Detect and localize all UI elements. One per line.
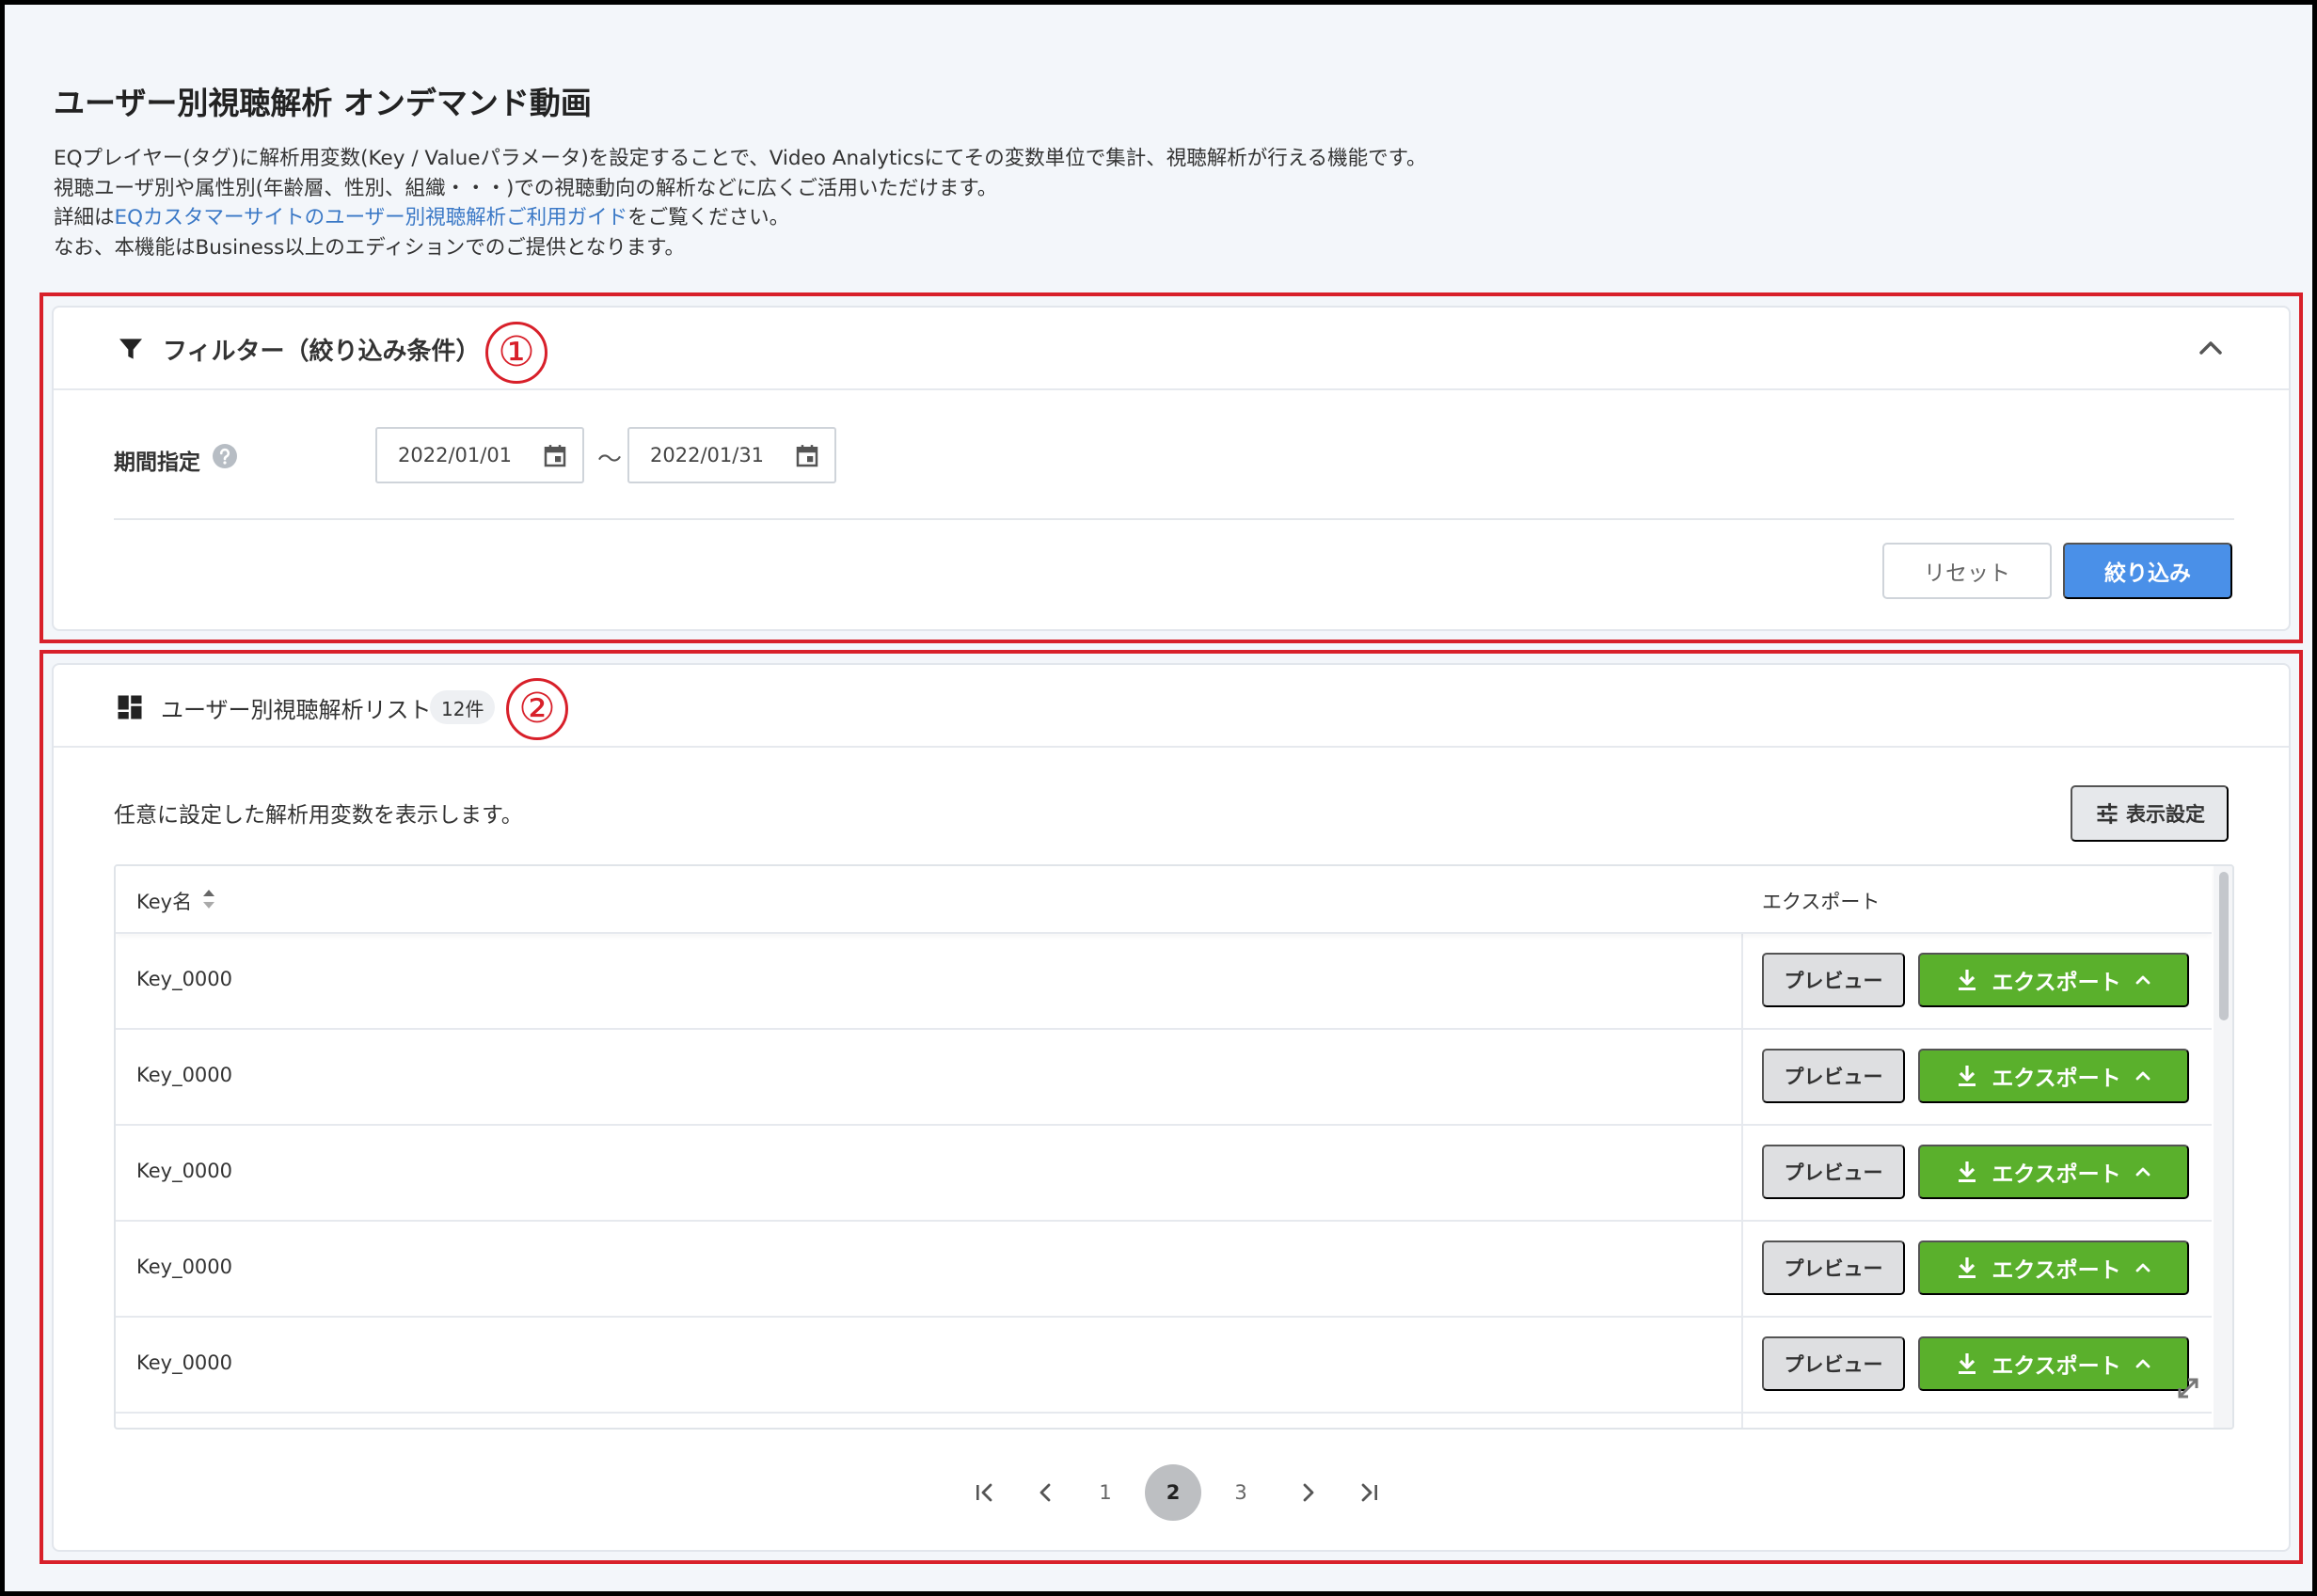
description-line-3-prefix: 詳細は (54, 206, 115, 229)
annotation-number-2: ② (506, 678, 568, 740)
description-line-4: なお、本機能はBusiness以上のエディションでのご提供となります。 (54, 235, 686, 260)
page-description: EQプレイヤー(タグ)に解析用変数(Key / Valueパラメータ)を設定する… (54, 144, 1426, 262)
annotation-frame-1 (40, 292, 2303, 643)
page: ユーザー別視聴解析 オンデマンド動画 EQプレイヤー(タグ)に解析用変数(Key… (5, 5, 2312, 1591)
description-line-3-suffix: をご覧ください。 (627, 206, 790, 229)
annotation-number-1: ① (485, 322, 548, 384)
description-line-3: 詳細はEQカスタマーサイトのユーザー別視聴解析ご利用ガイドをご覧ください。 (54, 203, 1426, 233)
page-title: ユーザー別視聴解析 オンデマンド動画 (54, 85, 592, 121)
customer-site-guide-link[interactable]: EQカスタマーサイトのユーザー別視聴解析ご利用ガイド (115, 206, 628, 229)
annotation-frame-2 (40, 650, 2303, 1564)
description-line-2: 視聴ユーザ別や属性別(年齢層、性別、組織・・・)での視聴動向の解析などに広くご活… (54, 176, 998, 200)
description-line-1: EQプレイヤー(タグ)に解析用変数(Key / Valueパラメータ)を設定する… (54, 147, 1427, 170)
